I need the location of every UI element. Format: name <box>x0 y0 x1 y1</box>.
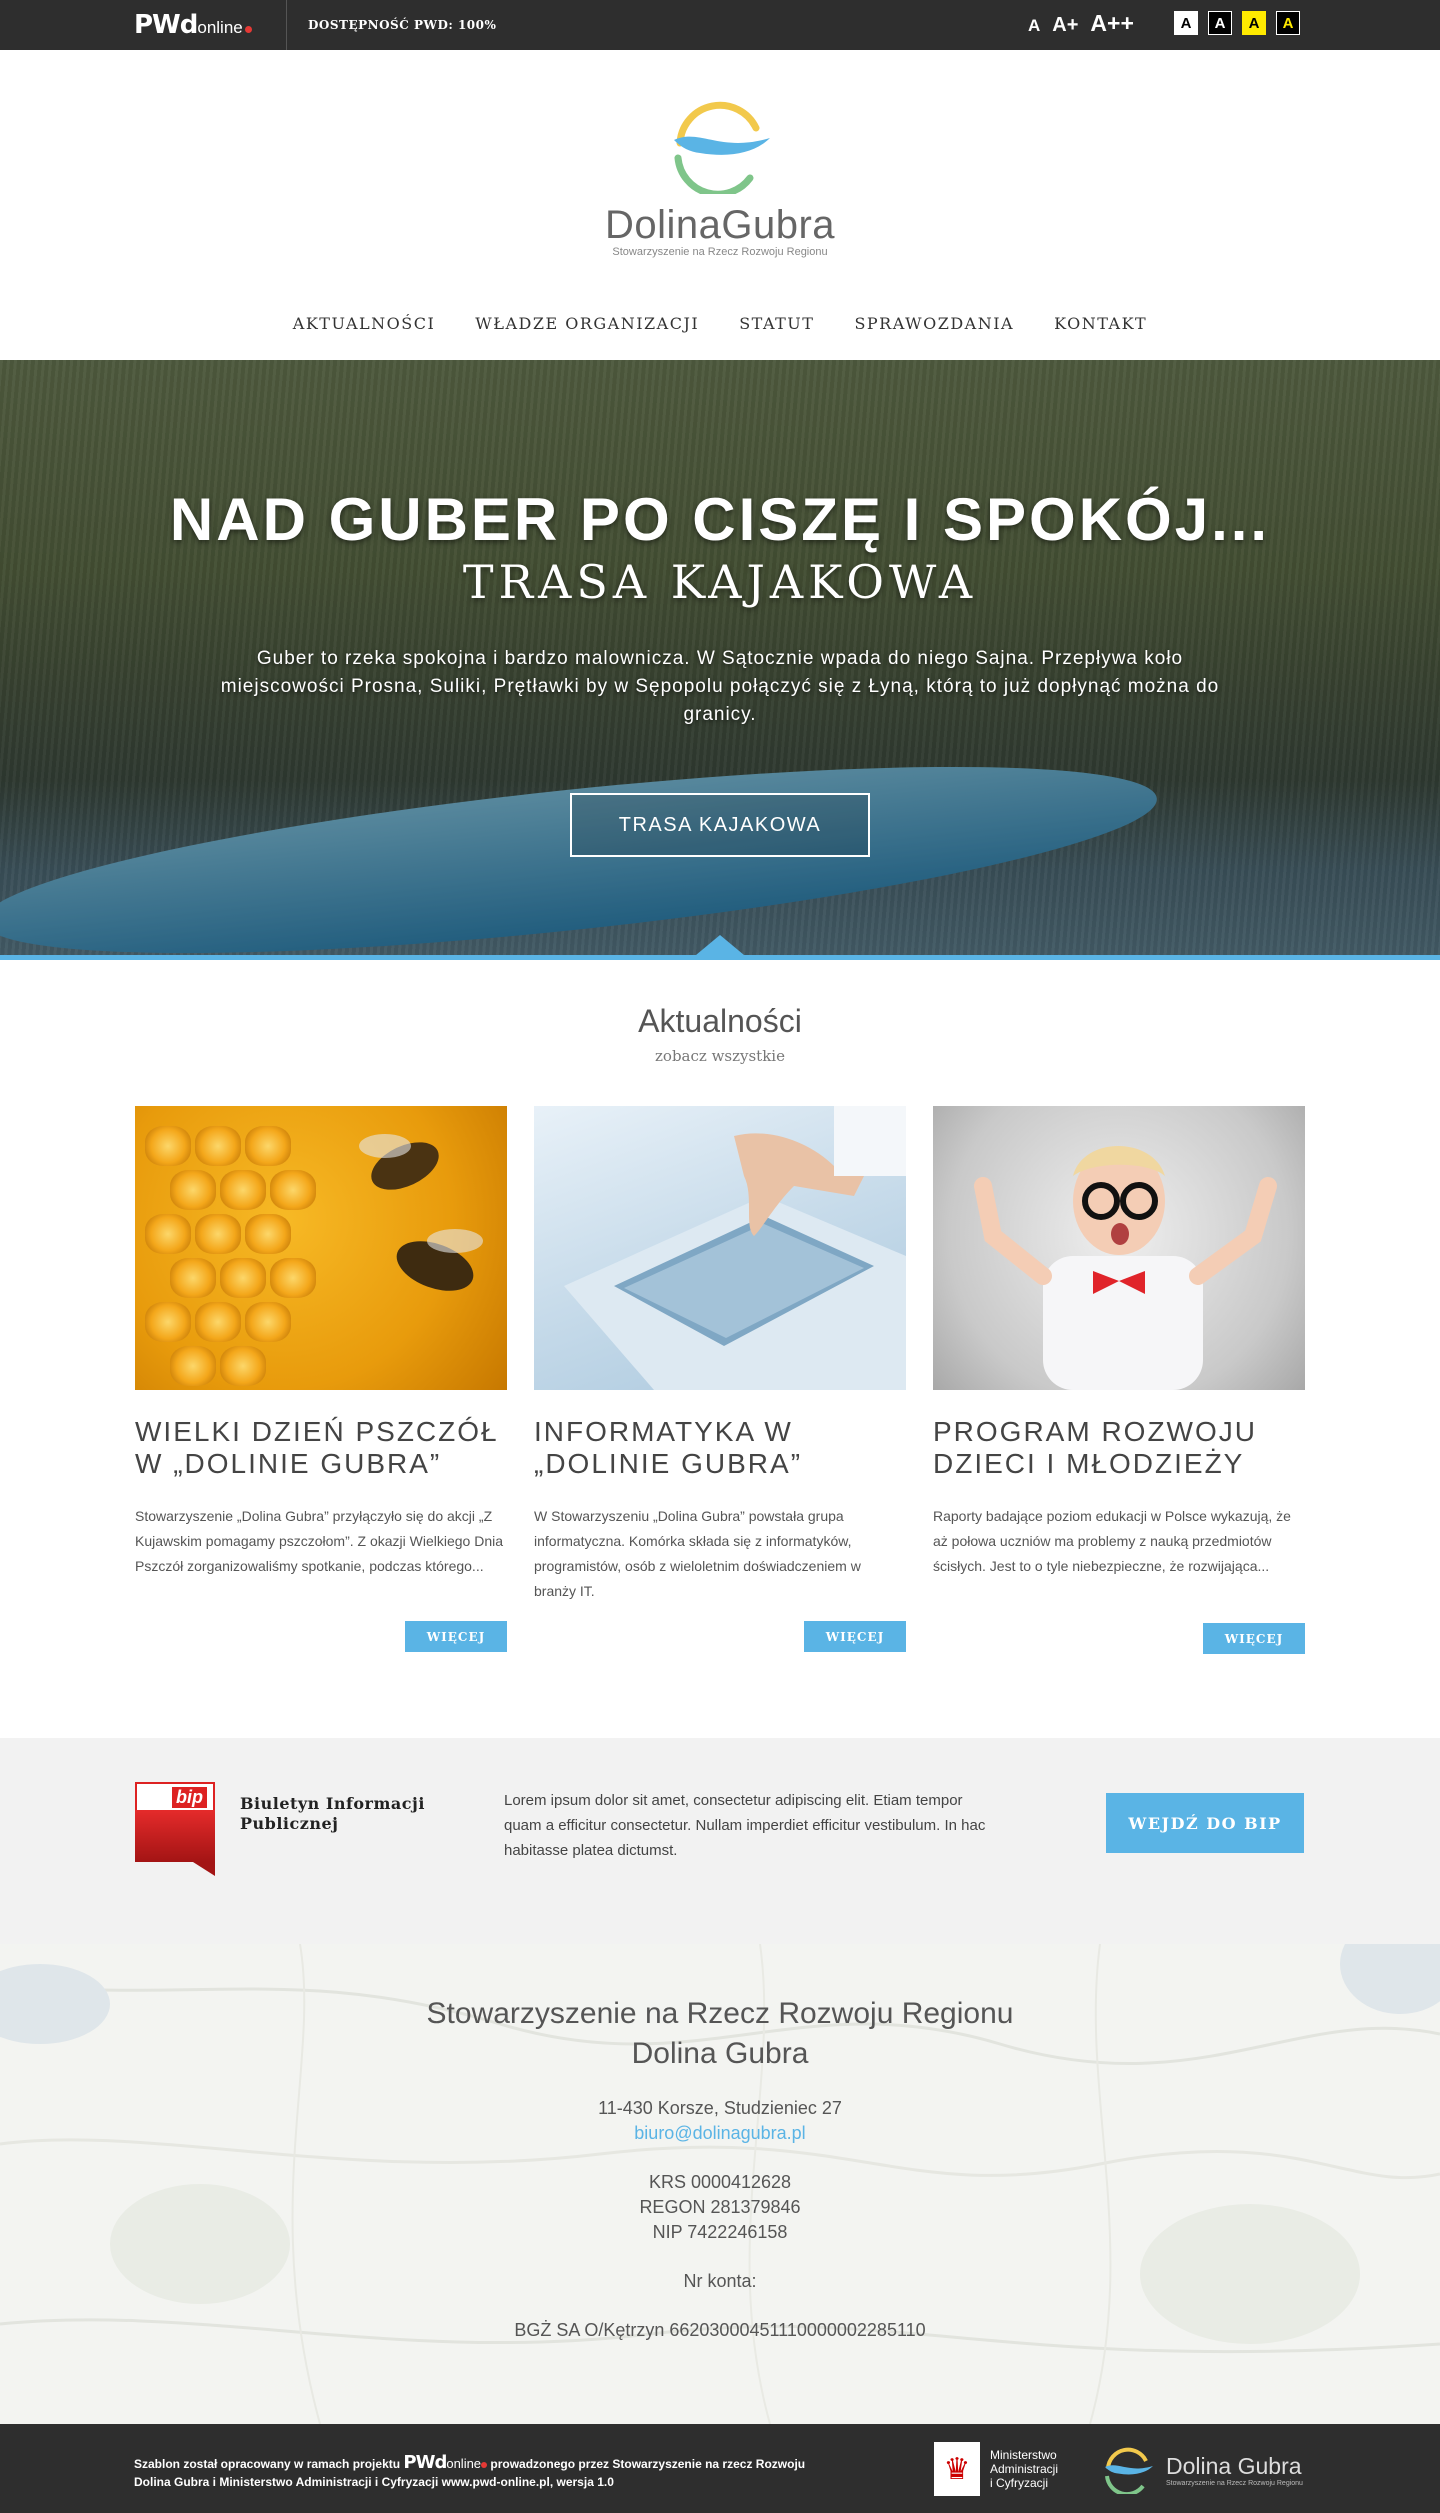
contrast-black-yellow-button[interactable]: A <box>1276 11 1300 35</box>
news-excerpt: W Stowarzyszeniu „Dolina Gubra” powstała… <box>534 1508 861 1599</box>
hero-title: NAD GUBER PO CISZĘ I SPOKÓJ... <box>169 486 1271 553</box>
top-bar: PWdonline DOSTĘPNOŚĆ PWD: 100% A A+ A++ … <box>0 0 1440 50</box>
bip-section: bip Biuletyn Informacji Publicznej Lorem… <box>0 1738 1440 1944</box>
bip-button[interactable]: WEJDŹ DO BIP <box>1106 1793 1304 1853</box>
bip-title: Biuletyn Informacji Publicznej <box>240 1794 425 1833</box>
font-size-controls: A A+ A++ <box>1028 10 1134 37</box>
logo-emblem-icon <box>1105 2447 1153 2494</box>
bees-image[interactable] <box>135 1106 507 1390</box>
hero-text: Guber to rzeka spokojna i bardzo malowni… <box>220 648 1220 725</box>
bee-icon <box>359 1134 483 1291</box>
news-title[interactable]: WIELKI DZIEŃ PSZCZÓŁ W „DOLINIE GUBRA” <box>135 1416 507 1480</box>
hero-button[interactable]: TRASA KAJAKOWA <box>570 793 870 857</box>
address: 11-430 Korsze, Studzieniec 27 <box>598 2098 842 2118</box>
news-card: INFORMATYKA W „DOLINIE GUBRA” W Stowarzy… <box>534 1106 906 1652</box>
nip: NIP 7422246158 <box>652 2222 788 2242</box>
account-label: Nr konta: <box>683 2271 757 2291</box>
child-image[interactable] <box>933 1106 1305 1390</box>
brand-subtitle: Stowarzyszenie na Rzecz Rozwoju Regionu <box>612 246 828 258</box>
font-size-xlarge-button[interactable]: A++ <box>1090 10 1133 37</box>
ministry-logo[interactable]: ♛ Ministerstwo Administracji i Cyfryzacj… <box>934 2442 1058 2496</box>
contrast-black-white-button[interactable]: A <box>1208 11 1232 35</box>
dolina-gubra-footer-logo[interactable]: Dolina Gubra Stowarzyszenie na Rzecz Roz… <box>1098 2446 1303 2494</box>
brand-name: DolinaGubra <box>604 203 836 247</box>
main-nav: AKTUALNOŚCI WŁADZE ORGANIZACJI STATUT SP… <box>0 314 1440 333</box>
accessibility-label: DOSTĘPNOŚĆ PWD: 100% <box>308 18 497 32</box>
more-button[interactable]: WIĘCEJ <box>405 1621 507 1652</box>
news-section-title: Aktualności <box>638 1003 802 1039</box>
pwd-online-logo[interactable]: PWdonline <box>134 10 252 40</box>
font-size-large-button[interactable]: A+ <box>1052 14 1078 37</box>
eagle-icon: ♛ <box>934 2442 980 2496</box>
hero-subtitle: TRASA KAJAKOWA <box>462 555 978 609</box>
bip-logo[interactable]: bip <box>135 1782 215 1876</box>
krs: KRS 0000412628 <box>648 2172 792 2192</box>
logo-emblem-icon <box>674 101 770 198</box>
site-footer: Szablon został opracowany w ramach proje… <box>0 2424 1440 2513</box>
news-excerpt: Stowarzyszenie „Dolina Gubra” przyłączył… <box>135 1508 504 1574</box>
pwd-online-footer-logo[interactable]: PWdonline <box>403 2452 488 2473</box>
footer-text: Szablon został opracowany w ramach proje… <box>134 2452 806 2489</box>
bip-text: Lorem ipsum dolor sit amet, consectetur … <box>504 1792 986 1859</box>
hero-bottom-bar <box>0 955 1440 960</box>
laptop-image[interactable] <box>534 1106 906 1390</box>
more-button[interactable]: WIĘCEJ <box>804 1621 906 1652</box>
email-link[interactable]: biuro@dolinagubra.pl <box>634 2123 805 2143</box>
nav-item-aktualnosci[interactable]: AKTUALNOŚCI <box>293 314 436 333</box>
regon: REGON 281379846 <box>639 2197 801 2217</box>
news-title[interactable]: PROGRAM ROZWOJU DZIECI I MŁODZIEŻY <box>933 1416 1305 1480</box>
news-excerpt: Raporty badające poziom edukacji w Polsc… <box>933 1508 1291 1574</box>
news-card: WIELKI DZIEŃ PSZCZÓŁ W „DOLINIE GUBRA” S… <box>135 1106 507 1652</box>
font-size-normal-button[interactable]: A <box>1028 16 1040 36</box>
account-number: BGŻ SA O/Kętrzyn 66203000451110000002285… <box>514 2320 926 2340</box>
more-button[interactable]: WIĘCEJ <box>1203 1623 1305 1654</box>
contrast-yellow-black-button[interactable]: A <box>1242 11 1266 35</box>
news-card: PROGRAM ROZWOJU DZIECI I MŁODZIEŻY Rapor… <box>933 1106 1305 1654</box>
nav-item-sprawozdania[interactable]: SPRAWOZDANIA <box>854 314 1014 333</box>
nav-item-statut[interactable]: STATUT <box>739 314 814 333</box>
nav-item-wladze[interactable]: WŁADZE ORGANIZACJI <box>475 314 699 333</box>
nav-item-kontakt[interactable]: KONTAKT <box>1054 314 1147 333</box>
dolina-gubra-logo[interactable]: DolinaGubra Stowarzyszenie na Rzecz Rozw… <box>580 98 860 258</box>
site-header: DolinaGubra Stowarzyszenie na Rzecz Rozw… <box>0 50 1440 360</box>
news-see-all-link[interactable]: zobacz wszystkie <box>0 1047 1440 1065</box>
org-name-line2: Dolina Gubra <box>631 2037 809 2070</box>
contrast-default-button[interactable]: A <box>1174 11 1198 35</box>
news-title[interactable]: INFORMATYKA W „DOLINIE GUBRA” <box>534 1416 906 1480</box>
laptop-icon <box>564 1106 906 1390</box>
hero-arrow-icon <box>696 935 744 955</box>
contact-info: Stowarzyszenie na Rzecz Rozwoju Regionu … <box>0 1994 1440 2343</box>
child-icon <box>974 1146 1277 1390</box>
divider <box>286 0 287 50</box>
contrast-controls: A A A A <box>1174 11 1300 35</box>
org-name-line1: Stowarzyszenie na Rzecz Rozwoju Regionu <box>426 1997 1014 2030</box>
contact-map[interactable]: Stowarzyszenie na Rzecz Rozwoju Regionu … <box>0 1944 1440 2424</box>
hero-banner: NAD GUBER PO CISZĘ I SPOKÓJ... TRASA KAJ… <box>0 360 1440 960</box>
